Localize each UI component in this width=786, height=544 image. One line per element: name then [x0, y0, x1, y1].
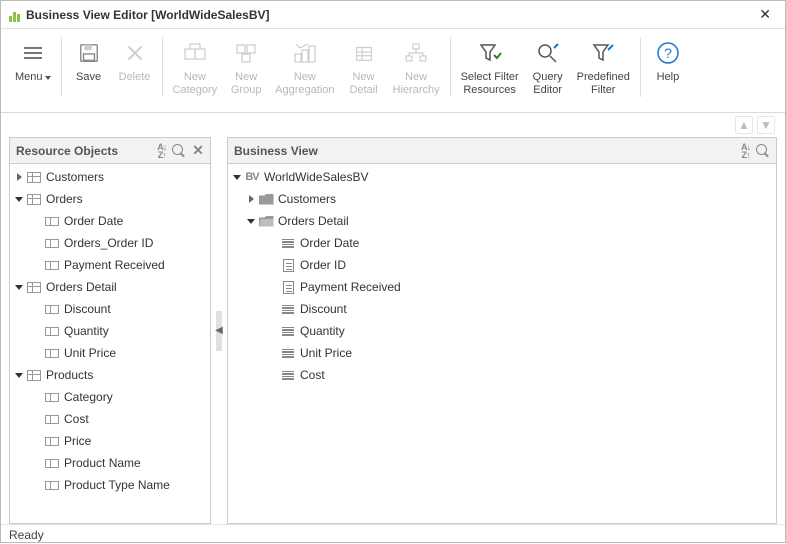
close-panel-icon[interactable]: ✕ [192, 142, 204, 159]
new-aggregation-label: New Aggregation [275, 71, 334, 97]
new-aggregation-button[interactable]: New Aggregation [269, 35, 340, 101]
splitter-handle-icon: ◀ [216, 311, 222, 351]
app-icon [9, 8, 20, 22]
splitter[interactable]: ◀ [215, 137, 223, 524]
category-icon [181, 39, 209, 67]
status-bar: Ready [1, 524, 785, 544]
menu-button[interactable]: Menu [9, 35, 57, 88]
group-icon [232, 39, 260, 67]
new-group-label: New Group [231, 71, 262, 97]
tree-node-price[interactable]: Price [10, 430, 210, 452]
sort-icon[interactable]: A↓Z↑ [157, 143, 166, 159]
toolbar: Menu Save Delete New Category New Group … [1, 29, 785, 113]
new-category-label: New Category [173, 71, 218, 97]
resource-objects-header: Resource Objects A↓Z↑ ✕ [10, 138, 210, 164]
select-filter-resources-label: Select Filter Resources [461, 71, 519, 97]
close-button[interactable]: ✕ [753, 4, 777, 25]
bv-node-unit-price[interactable]: Unit Price [228, 342, 776, 364]
new-detail-button[interactable]: New Detail [341, 35, 387, 101]
query-editor-button[interactable]: Query Editor [525, 35, 571, 101]
new-hierarchy-button[interactable]: New Hierarchy [387, 35, 446, 101]
tree-node-discount[interactable]: Discount [10, 298, 210, 320]
help-button[interactable]: ? Help [645, 35, 691, 88]
tree-node-unit-price[interactable]: Unit Price [10, 342, 210, 364]
bv-node-cost[interactable]: Cost [228, 364, 776, 386]
hierarchy-icon [402, 39, 430, 67]
bv-node-discount[interactable]: Discount [228, 298, 776, 320]
svg-text:?: ? [664, 45, 672, 61]
business-view-title: Business View [234, 144, 318, 158]
status-text: Ready [9, 528, 44, 542]
resource-objects-panel: Resource Objects A↓Z↑ ✕ Customers Orders… [9, 137, 211, 524]
chevron-down-icon [45, 76, 51, 80]
tree-node-orders[interactable]: Orders [10, 188, 210, 210]
tree-node-products[interactable]: Products [10, 364, 210, 386]
delete-button[interactable]: Delete [112, 35, 158, 88]
tree-node-product-type-name[interactable]: Product Type Name [10, 474, 210, 496]
aggregation-icon [291, 39, 319, 67]
move-up-button[interactable]: ▲ [735, 116, 753, 134]
business-view-header: Business View A↓Z↑ [228, 138, 776, 164]
filter-resources-icon [476, 39, 504, 67]
search-icon[interactable] [756, 144, 770, 158]
help-label: Help [657, 71, 680, 84]
query-editor-label: Query Editor [533, 71, 563, 97]
nav-row: ▲ ▼ [1, 113, 785, 137]
tree-node-product-name[interactable]: Product Name [10, 452, 210, 474]
tree-node-quantity[interactable]: Quantity [10, 320, 210, 342]
menu-label: Menu [15, 71, 43, 84]
move-down-button[interactable]: ▼ [757, 116, 775, 134]
resource-objects-title: Resource Objects [16, 144, 118, 158]
save-button[interactable]: Save [66, 35, 112, 88]
main-area: Resource Objects A↓Z↑ ✕ Customers Orders… [1, 137, 785, 524]
predefined-filter-icon [589, 39, 617, 67]
bv-node-payment-received[interactable]: Payment Received [228, 276, 776, 298]
tree-node-order-date[interactable]: Order Date [10, 210, 210, 232]
tree-node-customers[interactable]: Customers [10, 166, 210, 188]
bv-node-order-date[interactable]: Order Date [228, 232, 776, 254]
predefined-filter-button[interactable]: Predefined Filter [571, 35, 636, 101]
new-category-button[interactable]: New Category [167, 35, 224, 101]
select-filter-resources-button[interactable]: Select Filter Resources [455, 35, 525, 101]
tree-node-orders-order-id[interactable]: Orders_Order ID [10, 232, 210, 254]
tree-node-payment-received[interactable]: Payment Received [10, 254, 210, 276]
new-group-button[interactable]: New Group [223, 35, 269, 101]
query-editor-icon [534, 39, 562, 67]
tree-node-category[interactable]: Category [10, 386, 210, 408]
tree-node-orders-detail[interactable]: Orders Detail [10, 276, 210, 298]
save-label: Save [76, 71, 101, 84]
resource-tree[interactable]: Customers Orders Order Date Orders_Order… [10, 164, 210, 523]
menu-icon [19, 39, 47, 67]
new-detail-label: New Detail [349, 71, 377, 97]
title-bar: Business View Editor [WorldWideSalesBV] … [1, 1, 785, 29]
sort-icon[interactable]: A↓Z↑ [741, 143, 750, 159]
bv-node-quantity[interactable]: Quantity [228, 320, 776, 342]
predefined-filter-label: Predefined Filter [577, 71, 630, 97]
save-icon [75, 39, 103, 67]
tree-node-cost[interactable]: Cost [10, 408, 210, 430]
business-view-tree[interactable]: BVWorldWideSalesBV Customers Orders Deta… [228, 164, 776, 523]
help-icon: ? [654, 39, 682, 67]
bv-node-orders-detail[interactable]: Orders Detail [228, 210, 776, 232]
business-view-panel: Business View A↓Z↑ BVWorldWideSalesBV Cu… [227, 137, 777, 524]
window-title: Business View Editor [WorldWideSalesBV] [26, 8, 753, 22]
delete-label: Delete [119, 71, 151, 84]
bv-node-root[interactable]: BVWorldWideSalesBV [228, 166, 776, 188]
new-hierarchy-label: New Hierarchy [393, 71, 440, 97]
bv-node-customers[interactable]: Customers [228, 188, 776, 210]
detail-icon [350, 39, 378, 67]
delete-icon [121, 39, 149, 67]
bv-node-order-id[interactable]: Order ID [228, 254, 776, 276]
search-icon[interactable] [172, 144, 186, 158]
